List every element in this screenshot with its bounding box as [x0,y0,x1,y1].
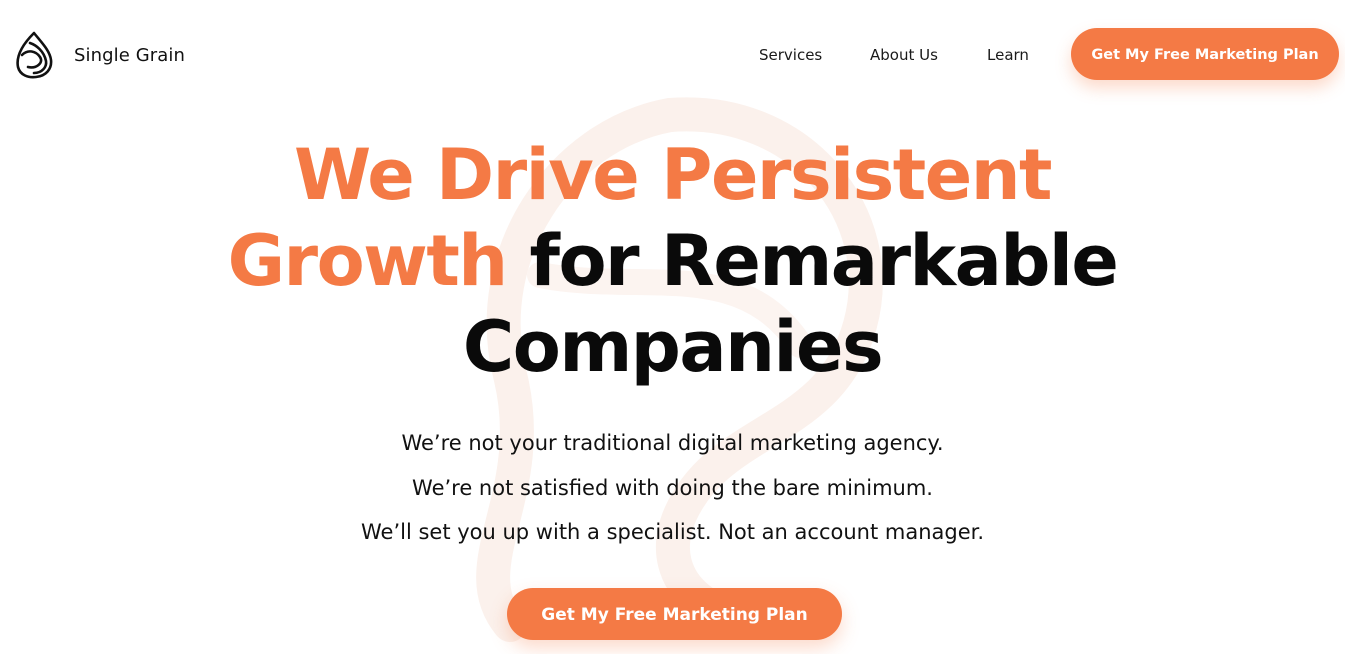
nav-item-learn[interactable]: Learn [987,44,1029,66]
subtitle-line-3: We’ll set you up with a specialist. Not … [360,520,985,544]
headline-line-1: We Drive Persistent [293,134,1053,216]
nav-item-about-us[interactable]: About Us [870,44,938,66]
site-header: Single Grain Services About Us Learn Get… [0,0,1345,110]
page: Single Grain Services About Us Learn Get… [0,0,1345,654]
hero-marketing-plan-button[interactable]: Get My Free Marketing Plan [507,588,842,640]
subtitle-line-1: We’re not your traditional digital marke… [401,431,944,455]
hero-headline: We Drive Persistent Growth for Remarkabl… [0,132,1345,390]
headline-growth-word: Growth [227,220,509,302]
headline-line-2: Growth for Remarkable [0,218,1345,304]
hero-subtitle: We’re not your traditional digital marke… [0,421,1345,555]
header-marketing-plan-button[interactable]: Get My Free Marketing Plan [1071,28,1339,80]
subtitle-line-2: We’re not satisfied with doing the bare … [412,475,933,500]
headline-remarkable-text: for Remarkable [529,220,1119,302]
headline-line-3: Companies [462,306,884,388]
nav-item-services[interactable]: Services [759,44,822,66]
